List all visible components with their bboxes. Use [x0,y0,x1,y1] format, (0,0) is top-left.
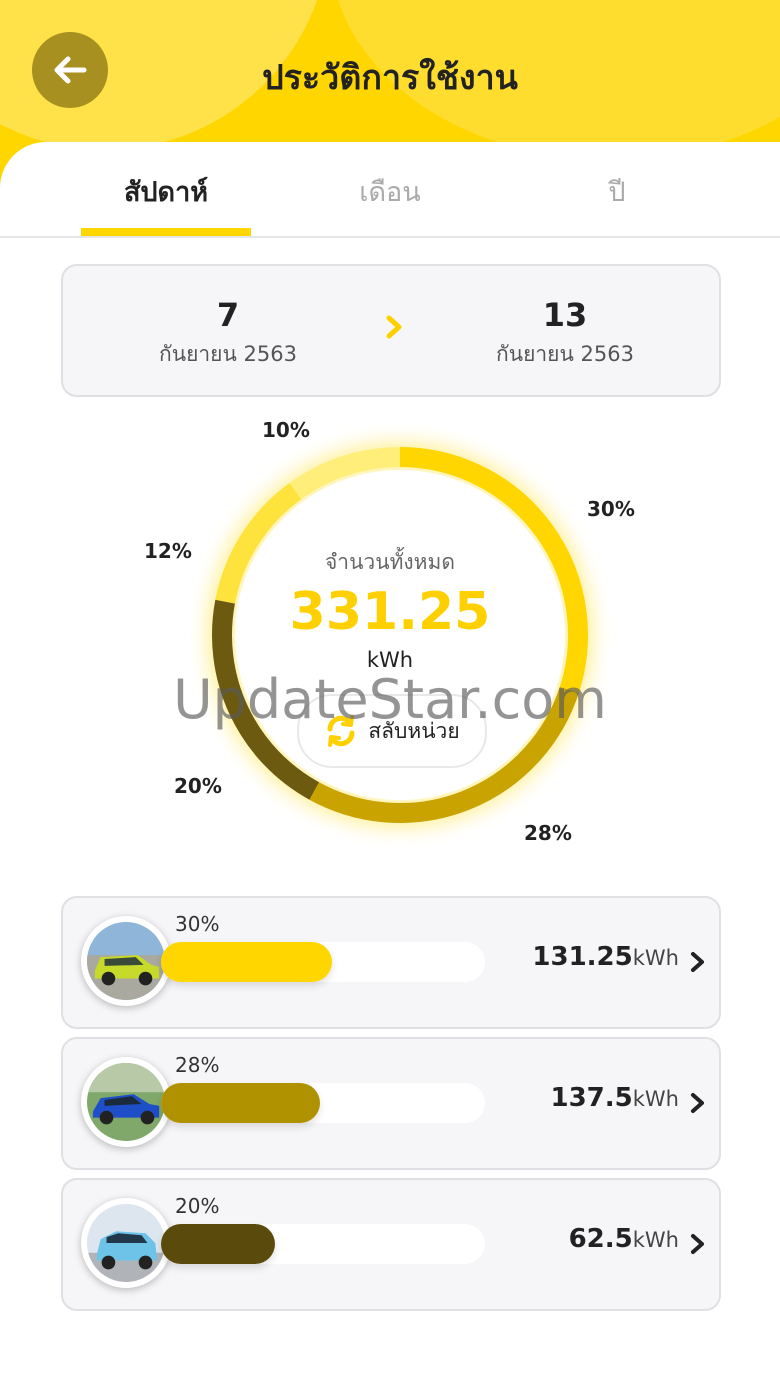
car-usage-row[interactable]: 20% 62.5kWh [61,1178,721,1311]
car-energy-unit: kWh [632,1228,679,1252]
start-day: 7 [216,296,240,334]
total-value: 331.25 [289,582,491,642]
tab-month[interactable]: เดือน [305,170,475,213]
refresh-icon [327,715,355,747]
slice-label: 28% [524,821,572,845]
usage-bar-track [161,1083,485,1123]
car-avatar [81,1057,171,1147]
car-image [87,1204,165,1282]
date-range-card: 7 กันยายน 2563 13 กันยายน 2563 [61,264,721,397]
divider [0,236,780,238]
slice-label: 20% [174,774,222,798]
slice-label: 30% [587,497,635,521]
chevron-right-icon[interactable] [687,1091,709,1115]
car-energy-value: 137.5 [550,1083,633,1113]
car-energy-value: 62.5 [568,1224,633,1254]
usage-bar-track [161,1224,485,1264]
switch-unit-label: สลับหน่วย [368,718,460,743]
car-percent: 28% [175,1053,220,1077]
slice-label: 10% [262,418,310,442]
car-avatar [81,916,171,1006]
chevron-right-icon[interactable] [687,950,709,974]
switch-unit-button[interactable]: สลับหน่วย [297,694,487,768]
car-usage-row[interactable]: 28% 137.5kWh [61,1037,721,1170]
car-energy: 131.25kWh [532,942,679,972]
car-usage-row[interactable]: 30% 131.25kWh [61,896,721,1029]
start-date: 7 กันยายน 2563 [108,296,348,371]
active-tab-indicator [81,228,251,236]
tab-year[interactable]: ปี [532,170,702,213]
car-image [87,922,165,1000]
usage-bar-fill [161,1083,321,1123]
car-image [87,1063,165,1141]
total-unit: kWh [366,648,414,672]
car-percent: 20% [175,1194,220,1218]
car-percent: 30% [175,912,220,936]
usage-bar-fill [161,942,332,982]
end-day: 13 [542,296,588,334]
car-energy: 62.5kWh [569,1224,679,1254]
total-title: จำนวนทั้งหมด [324,550,456,574]
end-date: 13 กันยายน 2563 [445,296,685,371]
end-month: กันยายน 2563 [496,342,634,366]
car-energy: 137.5kWh [551,1083,680,1113]
car-energy-unit: kWh [632,1087,679,1111]
car-energy-value: 131.25 [532,942,633,972]
period-tabs: สัปดาห์ เดือน ปี [0,142,780,236]
chevron-right-icon[interactable] [687,1232,709,1256]
start-month: กันยายน 2563 [159,342,297,366]
tab-week[interactable]: สัปดาห์ [81,170,251,213]
car-energy-unit: kWh [632,946,679,970]
usage-bar-track [161,942,485,982]
usage-bar-fill [161,1224,275,1264]
car-avatar [81,1198,171,1288]
slice-label: 12% [144,539,192,563]
page-title: ประวัติการใช้งาน [262,58,518,98]
chevron-right-icon[interactable] [379,312,409,342]
